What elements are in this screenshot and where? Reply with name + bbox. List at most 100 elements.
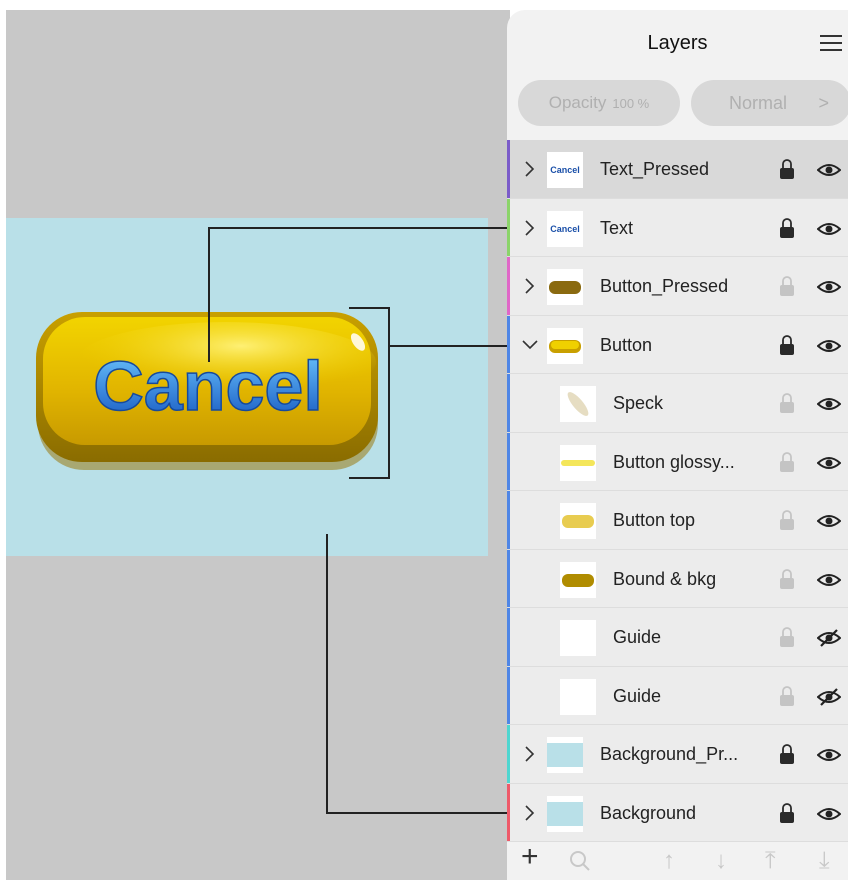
- unlock-icon[interactable]: [779, 451, 795, 473]
- callout-bracket-bottom: [349, 477, 389, 479]
- eye-hidden-icon[interactable]: [816, 628, 842, 648]
- unlock-icon[interactable]: [779, 275, 795, 297]
- chevron-right-icon: >: [818, 93, 829, 113]
- unlock-icon[interactable]: [779, 685, 795, 707]
- layer-thumbnail: [560, 503, 596, 539]
- blend-mode-select[interactable]: Normal >: [691, 80, 848, 126]
- unlock-icon[interactable]: [779, 626, 795, 648]
- layer-thumbnail: [547, 795, 583, 832]
- layer-row[interactable]: Bound & bkg: [507, 549, 848, 608]
- layer-list: Cancel Text_Pressed Cancel Text Button_Press…: [507, 140, 848, 842]
- layer-thumbnail: [547, 269, 583, 305]
- layer-thumbnail: [547, 327, 583, 364]
- layer-thumbnail: Cancel: [547, 152, 583, 188]
- layer-name[interactable]: Button: [600, 335, 652, 356]
- layer-name[interactable]: Background: [600, 803, 696, 824]
- move-bottom-icon[interactable]: ⤓: [819, 846, 830, 876]
- lock-icon[interactable]: [779, 217, 795, 239]
- layer-thumbnail: [547, 737, 583, 773]
- layer-name[interactable]: Text: [600, 218, 633, 239]
- move-up-icon[interactable]: ↑: [663, 846, 675, 876]
- panel-title: Layers: [647, 32, 708, 54]
- blend-mode-value: Normal: [729, 93, 788, 113]
- layer-row[interactable]: Button glossy...: [507, 432, 848, 491]
- search-icon[interactable]: [569, 850, 591, 872]
- layer-name[interactable]: Button top: [613, 510, 695, 531]
- layer-row[interactable]: Guide: [507, 666, 848, 725]
- eye-icon[interactable]: [816, 160, 842, 180]
- layer-row[interactable]: Cancel Text_Pressed: [507, 140, 848, 199]
- layer-color-tag: [507, 140, 510, 198]
- layer-name[interactable]: Background_Pr...: [600, 744, 738, 765]
- unlock-icon[interactable]: [779, 568, 795, 590]
- layer-color-tag: [507, 198, 510, 256]
- layer-color-tag: [507, 257, 510, 315]
- lock-icon[interactable]: [779, 334, 795, 356]
- chevron-right-icon[interactable]: [522, 160, 536, 178]
- lock-icon[interactable]: [779, 158, 795, 180]
- menu-icon[interactable]: [820, 34, 842, 52]
- eye-icon[interactable]: [816, 453, 842, 473]
- eye-icon[interactable]: [816, 745, 842, 765]
- layer-row[interactable]: Guide: [507, 608, 848, 667]
- eye-icon[interactable]: [816, 570, 842, 590]
- layer-color-tag: [507, 315, 510, 373]
- layer-thumbnail: [560, 561, 596, 598]
- callout-bracket-top: [349, 307, 389, 309]
- eye-icon[interactable]: [816, 219, 842, 239]
- layer-color-tag: [507, 783, 510, 841]
- plus-icon[interactable]: +: [521, 842, 539, 872]
- eye-icon[interactable]: [816, 394, 842, 414]
- layer-name[interactable]: Speck: [613, 393, 663, 414]
- unlock-icon[interactable]: [779, 392, 795, 414]
- layer-color-tag: [507, 374, 510, 432]
- layer-name[interactable]: Guide: [613, 686, 661, 707]
- layer-row[interactable]: Button top: [507, 491, 848, 550]
- layer-thumbnail: [560, 620, 596, 656]
- callout-bg-horizontal: [326, 812, 514, 814]
- eye-hidden-icon[interactable]: [816, 687, 842, 707]
- opacity-label: Opacity: [548, 93, 607, 112]
- layer-color-tag: [507, 491, 510, 549]
- layer-color-tag: [507, 432, 510, 490]
- layer-color-tag: [507, 666, 510, 724]
- move-top-icon[interactable]: ⤒: [765, 846, 776, 876]
- layer-name[interactable]: Guide: [613, 627, 661, 648]
- callout-bg-vertical: [326, 534, 328, 814]
- callout-text-horizontal: [208, 227, 514, 229]
- opacity-control[interactable]: Opacity 100 %: [518, 80, 680, 126]
- chevron-down-icon[interactable]: [522, 336, 538, 354]
- layer-name[interactable]: Button glossy...: [613, 452, 735, 473]
- layer-name[interactable]: Text_Pressed: [600, 159, 709, 180]
- layer-thumbnail: [560, 386, 596, 422]
- eye-icon[interactable]: [816, 277, 842, 297]
- layer-name[interactable]: Button_Pressed: [600, 276, 728, 297]
- eye-icon[interactable]: [816, 804, 842, 824]
- layer-row[interactable]: Background_Pr...: [507, 725, 848, 784]
- layer-name[interactable]: Bound & bkg: [613, 569, 716, 590]
- chevron-right-icon[interactable]: [522, 804, 536, 822]
- eye-icon[interactable]: [816, 511, 842, 531]
- callout-text-vertical: [208, 227, 210, 362]
- layer-color-tag: [507, 608, 510, 666]
- layer-row[interactable]: Button_Pressed: [507, 257, 848, 316]
- callout-button-horizontal: [388, 345, 514, 347]
- chevron-right-icon[interactable]: [522, 219, 536, 237]
- layer-row[interactable]: Button: [507, 315, 848, 374]
- lock-icon[interactable]: [779, 802, 795, 824]
- layer-thumbnail: [560, 678, 596, 715]
- eye-icon[interactable]: [816, 336, 842, 356]
- chevron-right-icon[interactable]: [522, 745, 536, 763]
- lock-icon[interactable]: [779, 743, 795, 765]
- layers-panel: Layers Opacity 100 % Normal > Cancel Text_…: [507, 10, 848, 880]
- layers-toolbar: + ↑ ↓ ⤒ ⤓: [507, 842, 848, 880]
- layer-row[interactable]: Cancel Text: [507, 198, 848, 257]
- callout-bracket-vertical: [388, 307, 390, 479]
- layer-row[interactable]: Speck: [507, 374, 848, 433]
- layer-thumbnail: [560, 444, 596, 481]
- chevron-right-icon[interactable]: [522, 277, 536, 295]
- move-down-icon[interactable]: ↓: [715, 846, 727, 876]
- opacity-value: 100 %: [612, 96, 650, 111]
- unlock-icon[interactable]: [779, 509, 795, 531]
- layer-row[interactable]: Background: [507, 783, 848, 842]
